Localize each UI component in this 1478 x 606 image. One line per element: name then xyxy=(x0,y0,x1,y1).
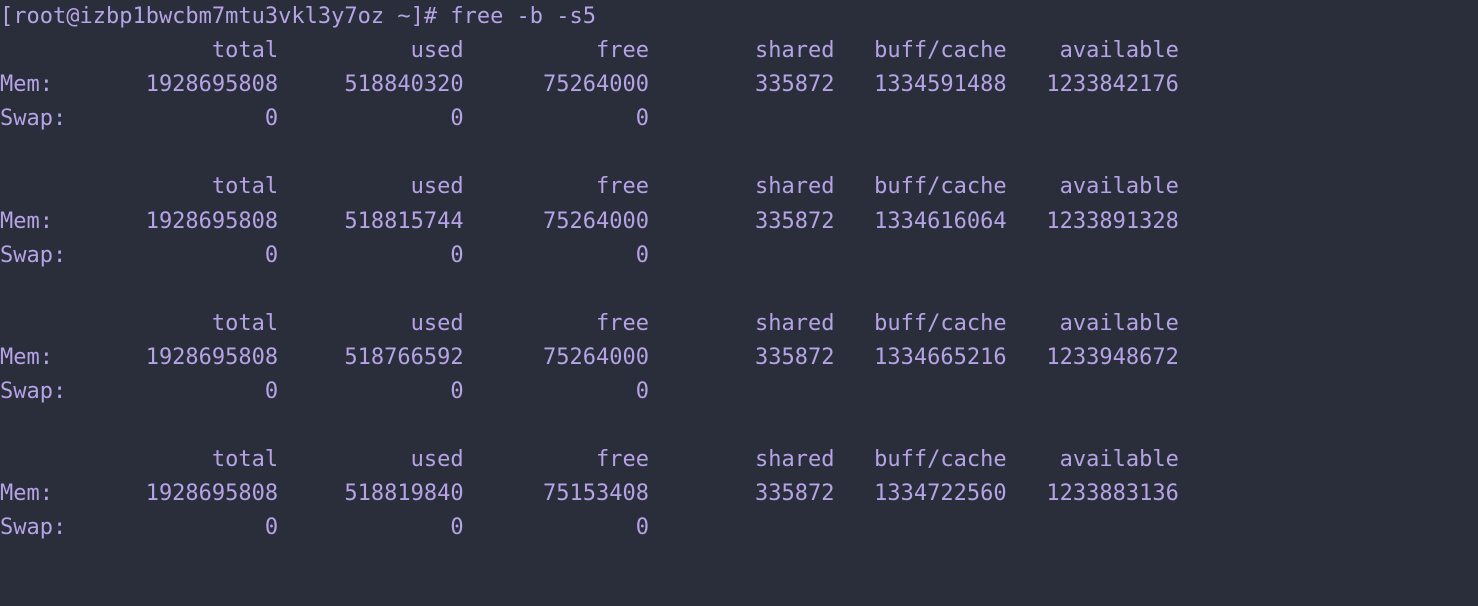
terminal-output[interactable]: [root@izbp1bwcbm7mtu3vkl3y7oz ~]# free -… xyxy=(0,0,1478,546)
